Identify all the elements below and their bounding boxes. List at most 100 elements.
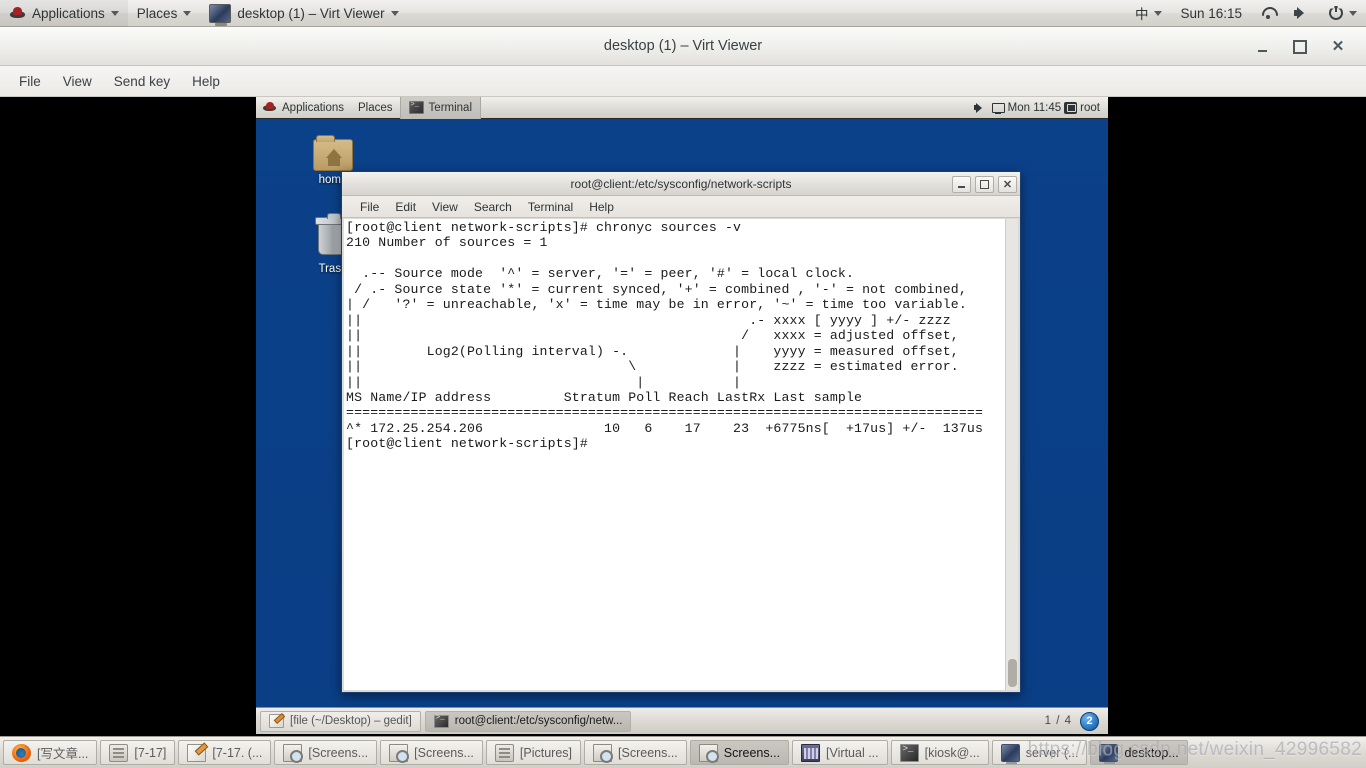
terminal-menubar: File Edit View Search Terminal Help — [342, 196, 1020, 218]
guest-desktop[interactable]: Applications Places Terminal Mon 11:45 r… — [256, 97, 1108, 734]
screenshot-icon — [593, 743, 614, 763]
guest-active-window-button[interactable]: Terminal — [399, 97, 482, 119]
volume-indicator[interactable] — [1285, 0, 1320, 27]
virt-viewer-titlebar: desktop (1) – Virt Viewer ✕ — [0, 27, 1366, 66]
file-manager-icon — [109, 743, 129, 762]
guest-taskbar-right: 1 / 4 2 — [1045, 711, 1104, 731]
vv-menu-help[interactable]: Help — [181, 71, 231, 92]
network-icon[interactable] — [991, 102, 1005, 114]
host-applications-label: Applications — [32, 5, 105, 21]
host-task-files-1-label: [7-17] — [134, 745, 167, 760]
terminal-content-area[interactable]: [root@client network-scripts]# chronyc s… — [344, 219, 1018, 690]
system-menu[interactable] — [1320, 0, 1366, 27]
guest-clock-label[interactable]: Mon 11:45 — [1008, 102, 1062, 114]
virt-viewer-icon — [209, 3, 232, 26]
guest-applications-menu[interactable]: Applications — [256, 97, 351, 119]
user-icon — [1064, 101, 1078, 114]
virt-viewer-menubar: File View Send key Help — [0, 66, 1366, 97]
volume-icon[interactable] — [973, 102, 988, 114]
vv-menu-view[interactable]: View — [52, 71, 103, 92]
host-task-screenshot-2[interactable]: [Screens... — [380, 740, 483, 765]
host-window-menu[interactable]: desktop (1) – Virt Viewer — [200, 0, 407, 27]
terminal-output[interactable]: [root@client network-scripts]# chronyc s… — [344, 219, 1005, 690]
host-task-files-1[interactable]: [7-17] — [100, 740, 176, 765]
terminal-close-button[interactable]: ✕ — [998, 175, 1017, 193]
terminal-menu-view[interactable]: View — [424, 198, 466, 216]
terminal-menu-edit[interactable]: Edit — [387, 198, 424, 216]
chevron-down-icon — [390, 10, 399, 16]
host-task-virtualbox[interactable]: [Virtual ... — [792, 740, 888, 765]
host-top-panel: Applications Places desktop (1) – Virt V… — [0, 0, 1366, 27]
guest-user-label[interactable]: root — [1080, 102, 1100, 114]
network-indicator[interactable] — [1251, 0, 1285, 27]
terminal-menu-terminal[interactable]: Terminal — [520, 198, 581, 216]
host-task-virt-viewer-desktop-label: desktop... — [1124, 745, 1179, 760]
wifi-icon — [1260, 6, 1276, 20]
guest-task-gedit[interactable]: [file (~/Desktop) – gedit] — [260, 710, 421, 732]
gedit-icon — [187, 743, 207, 762]
host-task-screenshot-3-label: [Screens... — [618, 745, 678, 760]
volume-muted-icon — [1294, 6, 1311, 20]
virt-viewer-minimize-button[interactable] — [1252, 37, 1272, 57]
screenshot-icon — [698, 743, 719, 763]
host-task-screenshot-1[interactable]: [Screens... — [274, 740, 378, 765]
redhat-logo-icon — [263, 101, 277, 114]
host-task-screenshot-4-label: Screens... — [723, 745, 781, 760]
terminal-menu-search[interactable]: Search — [466, 198, 520, 216]
terminal-scrollbar[interactable] — [1005, 219, 1018, 690]
vv-menu-send-key[interactable]: Send key — [103, 71, 181, 92]
screenshot-icon — [283, 743, 304, 763]
guest-task-terminal[interactable]: root@client:/etc/sysconfig/netw... — [424, 710, 632, 732]
host-applications-menu[interactable]: Applications — [0, 0, 128, 27]
virt-viewer-icon — [1099, 743, 1119, 764]
guest-task-terminal-label: root@client:/etc/sysconfig/netw... — [454, 715, 623, 727]
virt-viewer-maximize-button[interactable] — [1290, 37, 1310, 57]
input-method-indicator[interactable]: 中 — [1126, 0, 1172, 27]
host-task-kiosk-terminal[interactable]: [kiosk@... — [890, 740, 989, 765]
host-places-menu[interactable]: Places — [128, 0, 201, 27]
guest-task-gedit-label: [file (~/Desktop) – gedit] — [290, 715, 412, 727]
terminal-titlebar: root@client:/etc/sysconfig/network-scrip… — [342, 172, 1020, 196]
terminal-window[interactable]: root@client:/etc/sysconfig/network-scrip… — [341, 171, 1021, 693]
host-task-virt-viewer-desktop[interactable]: desktop... — [1090, 740, 1188, 765]
gedit-icon — [269, 714, 284, 728]
chevron-down-icon — [183, 10, 192, 16]
guest-places-label: Places — [358, 101, 393, 114]
host-task-virt-viewer-server[interactable]: server (... — [991, 740, 1088, 765]
terminal-minimize-button[interactable] — [952, 175, 971, 193]
terminal-maximize-button[interactable] — [975, 175, 994, 193]
vv-menu-file[interactable]: File — [8, 71, 52, 92]
virt-viewer-close-button[interactable]: ✕ — [1328, 37, 1348, 57]
host-task-screenshot-2-label: [Screens... — [414, 745, 474, 760]
host-clock[interactable]: Sun 16:15 — [1171, 0, 1251, 27]
chevron-down-icon — [1154, 10, 1163, 16]
terminal-title-label: root@client:/etc/sysconfig/network-scrip… — [570, 176, 792, 191]
home-folder-icon — [313, 135, 353, 171]
workspace-indicator[interactable]: 1 / 4 — [1045, 715, 1072, 727]
workspace-badge[interactable]: 2 — [1080, 711, 1099, 731]
terminal-scrollbar-thumb[interactable] — [1008, 659, 1017, 687]
host-task-virtualbox-label: [Virtual ... — [826, 745, 879, 760]
guest-active-window-label: Terminal — [428, 101, 473, 114]
chevron-down-icon — [1349, 10, 1357, 16]
virt-viewer-icon — [1000, 743, 1020, 764]
terminal-window-controls: ✕ — [952, 172, 1017, 196]
power-icon — [1329, 6, 1343, 20]
host-task-screenshot-3[interactable]: [Screens... — [584, 740, 687, 765]
host-clock-label: Sun 16:15 — [1180, 5, 1242, 21]
host-task-screenshot-4[interactable]: Screens... — [689, 740, 790, 765]
host-task-firefox[interactable]: [写文章... — [3, 740, 98, 765]
host-task-gedit[interactable]: [7-17. (... — [178, 740, 272, 765]
host-task-screenshot-1-label: [Screens... — [308, 745, 369, 760]
host-places-label: Places — [136, 5, 178, 21]
file-manager-icon — [494, 743, 514, 762]
virt-viewer-display-area: Applications Places Terminal Mon 11:45 r… — [0, 97, 1366, 736]
terminal-menu-file[interactable]: File — [352, 198, 387, 216]
terminal-menu-help[interactable]: Help — [581, 198, 622, 216]
guest-places-menu[interactable]: Places — [351, 97, 400, 119]
screenshot-icon — [389, 743, 410, 763]
chevron-down-icon — [110, 10, 119, 16]
host-task-pictures[interactable]: [Pictures] — [485, 740, 582, 765]
virt-viewer-window-controls: ✕ — [1252, 27, 1360, 66]
virt-viewer-title: desktop (1) – Virt Viewer — [603, 38, 763, 54]
